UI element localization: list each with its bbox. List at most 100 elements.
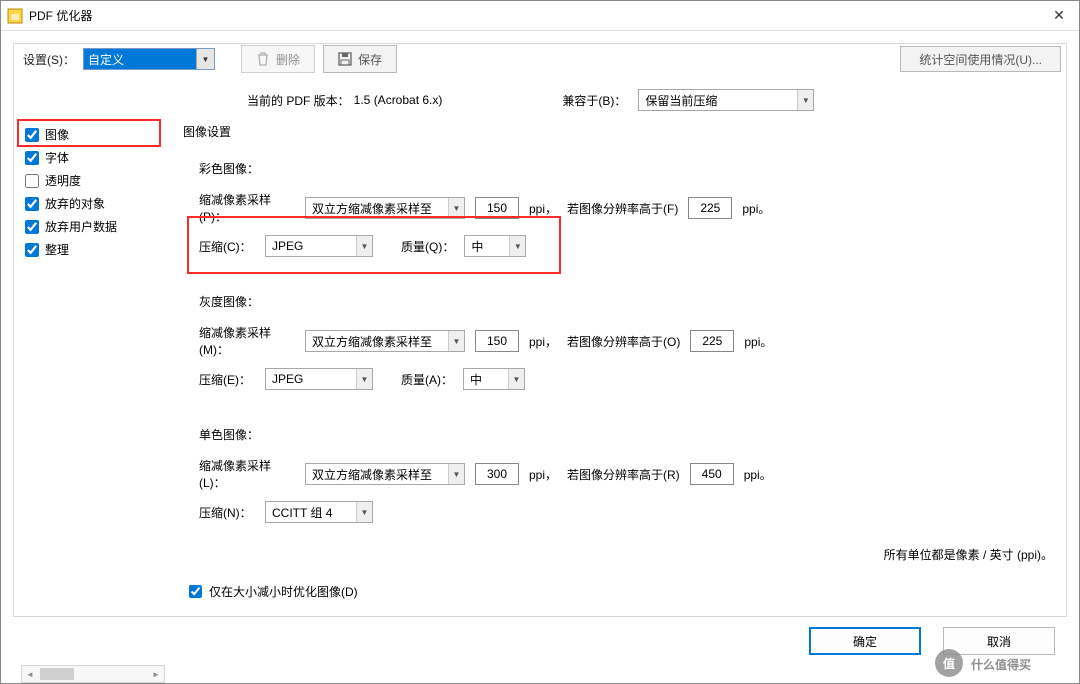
- color-downsample-label: 缩减像素采样(P)：: [199, 191, 295, 225]
- sidebar-item-label: 图像: [45, 126, 69, 143]
- ppi-unit: ppi。: [742, 200, 770, 217]
- color-quality-value: 中: [471, 238, 483, 255]
- color-compress-select[interactable]: JPEG ▼: [265, 235, 373, 257]
- floppy-icon: [338, 52, 352, 66]
- ok-label: 确定: [853, 633, 877, 650]
- save-button[interactable]: 保存: [323, 45, 397, 73]
- mono-downsample-label: 缩减像素采样(L)：: [199, 457, 295, 491]
- close-button[interactable]: ✕: [1039, 7, 1079, 24]
- current-version-value: 1.5 (Acrobat 6.x): [354, 93, 443, 107]
- sidebar-item-5[interactable]: 整理: [21, 238, 165, 261]
- gray-downsample-select[interactable]: 双立方缩减像素采样至 ▼: [305, 330, 465, 352]
- trash-icon: [256, 52, 270, 66]
- gray-compress-label: 压缩(E)：: [199, 371, 255, 388]
- mono-title: 单色图像：: [199, 426, 1059, 443]
- units-note: 所有单位都是像素 / 英寸 (ppi)。: [884, 546, 1053, 563]
- save-label: 保存: [358, 51, 382, 68]
- mono-compress-select[interactable]: CCITT 组 4 ▼: [265, 501, 373, 523]
- sidebar-checkbox[interactable]: [25, 128, 39, 142]
- category-sidebar: 图像字体透明度放弃的对象放弃用户数据整理 ◄ ►: [21, 123, 165, 683]
- scroll-thumb[interactable]: [40, 668, 74, 680]
- gray-title: 灰度图像：: [199, 293, 1059, 310]
- chevron-down-icon: ▼: [356, 502, 372, 522]
- ppi-unit: ppi。: [744, 466, 772, 483]
- dialog-window: PDF 优化器 ✕ 设置(S)： 自定义 ▼ 删除 保存 统计空间使用情况(U)…: [0, 0, 1080, 684]
- color-compress-value: JPEG: [272, 239, 303, 253]
- sidebar-checkbox[interactable]: [25, 243, 39, 257]
- svg-text:值: 值: [943, 656, 955, 671]
- sidebar-item-label: 放弃的对象: [45, 195, 105, 212]
- titlebar[interactable]: PDF 优化器 ✕: [1, 1, 1079, 31]
- chevron-down-icon: ▼: [356, 369, 372, 389]
- compat-select[interactable]: 保留当前压缩 ▼: [638, 89, 814, 111]
- gray-downsample-label: 缩减像素采样(M)：: [199, 324, 295, 358]
- sidebar-item-1[interactable]: 字体: [21, 146, 165, 169]
- ok-button[interactable]: 确定: [809, 627, 921, 655]
- sidebar-item-3[interactable]: 放弃的对象: [21, 192, 165, 215]
- app-icon: [7, 8, 23, 24]
- color-downsample-value: 双立方缩减像素采样至: [312, 200, 432, 217]
- color-quality-label: 质量(Q)：: [401, 238, 454, 255]
- gray-downsample-value: 双立方缩减像素采样至: [312, 333, 432, 350]
- gray-above-input[interactable]: [690, 330, 734, 352]
- color-downsample-select[interactable]: 双立方缩减像素采样至 ▼: [305, 197, 465, 219]
- mono-compress-label: 压缩(N)：: [199, 504, 255, 521]
- gray-above-label: 若图像分辨率高于(O): [567, 333, 680, 350]
- gray-ppi-input[interactable]: [475, 330, 519, 352]
- gray-compress-select[interactable]: JPEG ▼: [265, 368, 373, 390]
- mono-above-input[interactable]: [690, 463, 734, 485]
- scroll-left-icon: ◄: [22, 670, 38, 679]
- sidebar-item-label: 放弃用户数据: [45, 218, 117, 235]
- sidebar-item-2[interactable]: 透明度: [21, 169, 165, 192]
- scroll-right-icon: ►: [148, 670, 164, 679]
- color-group: 彩色图像： 缩减像素采样(P)： 双立方缩减像素采样至 ▼ ppi， 若图像分辨…: [199, 160, 1059, 257]
- watermark-text: 什么值得买: [971, 657, 1031, 672]
- sidebar-item-4[interactable]: 放弃用户数据: [21, 215, 165, 238]
- mono-compress-value: CCITT 组 4: [272, 504, 332, 521]
- sidebar-checkbox[interactable]: [25, 197, 39, 211]
- only-shrink-label: 仅在大小减小时优化图像(D): [209, 583, 358, 600]
- chevron-down-icon: ▼: [196, 49, 214, 69]
- gray-quality-value: 中: [470, 371, 482, 388]
- sidebar-checkbox[interactable]: [25, 220, 39, 234]
- site-watermark: 值 什么值得买: [933, 647, 1073, 679]
- audit-button[interactable]: 统计空间使用情况(U)...: [900, 46, 1061, 72]
- gray-compress-value: JPEG: [272, 372, 303, 386]
- color-quality-select[interactable]: 中 ▼: [464, 235, 526, 257]
- current-version-label: 当前的 PDF 版本：: [247, 92, 350, 109]
- sidebar-scrollbar[interactable]: ◄ ►: [21, 665, 165, 683]
- sidebar-checkbox[interactable]: [25, 151, 39, 165]
- sidebar-item-0[interactable]: 图像: [21, 123, 165, 146]
- color-above-input[interactable]: [688, 197, 732, 219]
- settings-label: 设置(S)：: [23, 51, 75, 68]
- sidebar-checkbox[interactable]: [25, 174, 39, 188]
- chevron-down-icon: ▼: [448, 331, 464, 351]
- mono-downsample-value: 双立方缩减像素采样至: [312, 466, 432, 483]
- gray-group: 灰度图像： 缩减像素采样(M)： 双立方缩减像素采样至 ▼ ppi， 若图像分辨…: [199, 293, 1059, 390]
- mono-ppi-input[interactable]: [475, 463, 519, 485]
- only-shrink-input[interactable]: [189, 585, 202, 598]
- version-row: 当前的 PDF 版本： 1.5 (Acrobat 6.x) 兼容于(B)： 保留…: [1, 85, 1079, 113]
- sidebar-item-label: 整理: [45, 241, 69, 258]
- gray-quality-label: 质量(A)：: [401, 371, 453, 388]
- toolbar: 设置(S)： 自定义 ▼ 删除 保存 统计空间使用情况(U)...: [1, 31, 1079, 85]
- delete-button[interactable]: 删除: [241, 45, 315, 73]
- audit-label: 统计空间使用情况(U)...: [919, 51, 1042, 68]
- mono-above-label: 若图像分辨率高于(R): [567, 466, 680, 483]
- compat-value: 保留当前压缩: [645, 92, 717, 109]
- ppi-unit: ppi，: [529, 466, 557, 483]
- chevron-down-icon: ▼: [508, 369, 524, 389]
- sidebar-item-label: 字体: [45, 149, 69, 166]
- chevron-down-icon: ▼: [448, 464, 464, 484]
- gray-quality-select[interactable]: 中 ▼: [463, 368, 525, 390]
- chevron-down-icon: ▼: [797, 90, 813, 110]
- only-shrink-checkbox[interactable]: 仅在大小减小时优化图像(D): [185, 582, 358, 601]
- compat-label: 兼容于(B)：: [562, 92, 626, 109]
- chevron-down-icon: ▼: [509, 236, 525, 256]
- preset-select[interactable]: 自定义 ▼: [83, 48, 215, 70]
- preset-value: 自定义: [88, 51, 124, 68]
- mono-downsample-select[interactable]: 双立方缩减像素采样至 ▼: [305, 463, 465, 485]
- color-ppi-input[interactable]: [475, 197, 519, 219]
- color-above-label: 若图像分辨率高于(F): [567, 200, 678, 217]
- color-compress-label: 压缩(C)：: [199, 238, 255, 255]
